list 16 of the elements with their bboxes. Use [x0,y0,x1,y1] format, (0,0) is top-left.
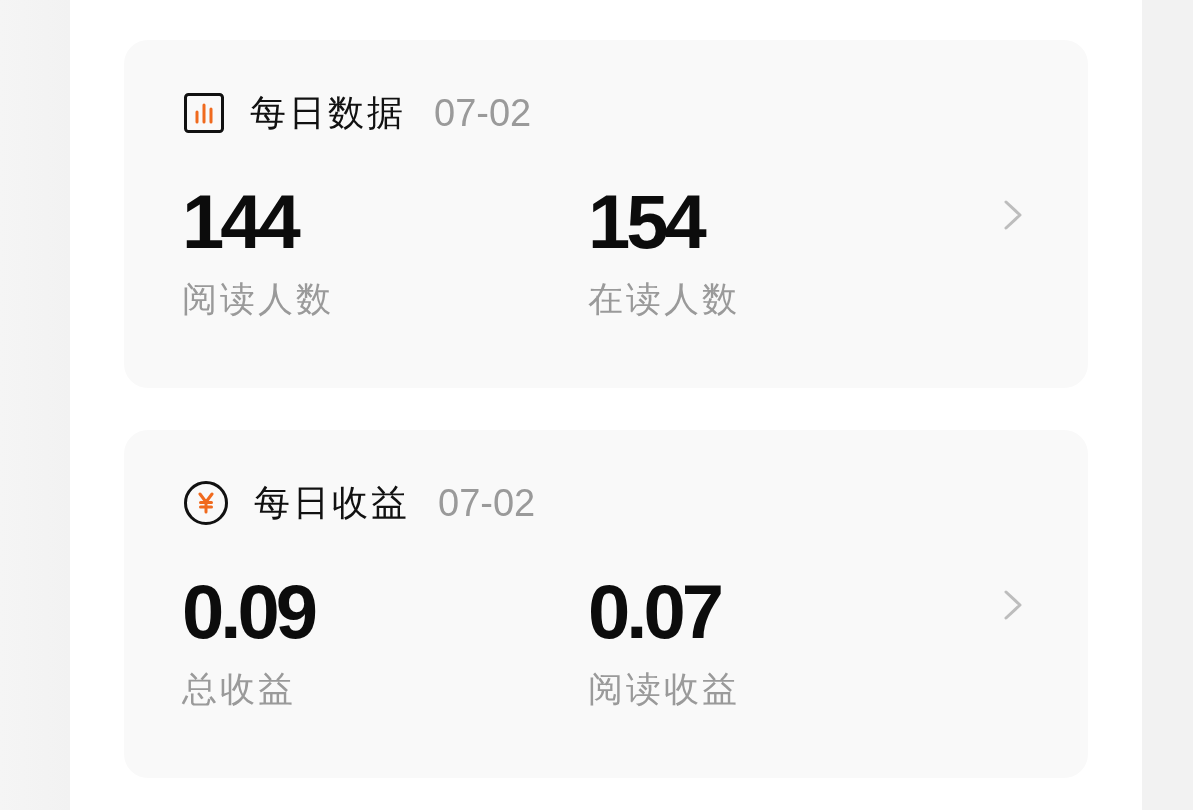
stat-value: 144 [182,182,297,262]
stat-label: 在读人数 [588,278,740,321]
date-text: 07-02 [438,481,536,525]
stats-card[interactable]: 每日收益 07-02 0.09 总收益 0.07 阅读收益 [124,430,1088,778]
stat-label: 总收益 [182,668,296,711]
stat-value: 0.09 [182,572,314,652]
stat-value: 154 [588,182,703,262]
stats-card[interactable]: 每日数据 07-02 144 阅读人数 154 在读人数 [124,40,1088,388]
date-text: 07-02 [434,91,532,135]
stat-value: 0.07 [588,572,720,652]
chevron-right-icon [1004,590,1022,620]
stat-label: 阅读人数 [182,278,334,321]
stat-label: 阅读收益 [588,668,740,711]
chevron-right-icon [1004,200,1022,230]
card-title: 每日收益 [254,480,410,525]
card-title: 每日数据 [250,90,406,135]
